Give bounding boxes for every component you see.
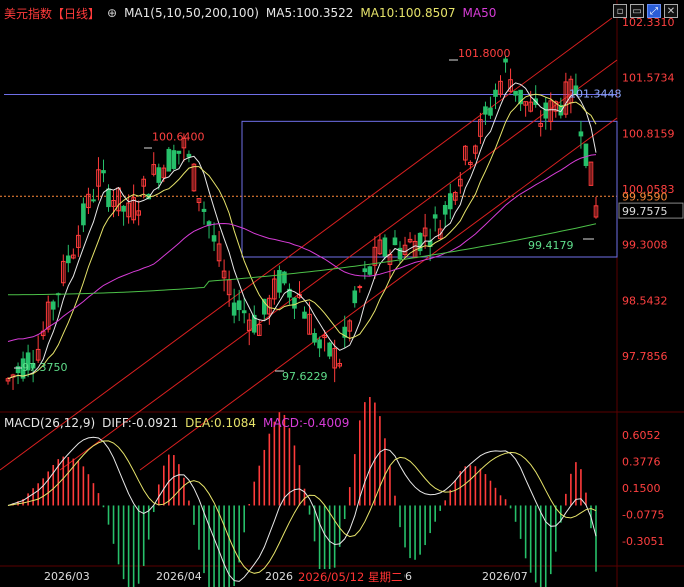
candle-body <box>121 205 126 212</box>
x-tick-apr: 2026/04 <box>156 570 202 583</box>
price-tick-label: 100.8159 <box>622 127 675 140</box>
ma5-value: MA5:100.3522 <box>265 6 354 20</box>
candle-body <box>392 237 398 246</box>
macd-header: MACD(26,12,9) DIFF:-0.0921 DEA:0.1084 MA… <box>4 416 349 430</box>
macd-dea: DEA:0.1084 <box>185 416 257 430</box>
candle-body <box>277 270 282 293</box>
settings-icon[interactable]: ⊕ <box>107 6 117 20</box>
candle-body <box>493 89 498 97</box>
candle-body <box>302 311 307 319</box>
price-tick-label: 99.3008 <box>622 239 668 252</box>
macd-diff: DIFF:-0.0921 <box>102 416 179 430</box>
macd-tick-label: 0.1500 <box>622 482 661 495</box>
crosshair-date: 2026/05/12 星期二 <box>296 569 405 585</box>
maximize-icon[interactable]: ⤢ <box>647 4 661 18</box>
candle-body <box>362 268 368 273</box>
candle-body <box>166 148 172 172</box>
candle-body <box>488 107 493 116</box>
candle-body <box>432 214 438 219</box>
macd-tick-label: 0.3776 <box>622 456 661 469</box>
candle-body <box>176 150 182 154</box>
ma10-value: MA10:100.8507 <box>360 6 456 20</box>
x-tick-jul: 2026/07 <box>482 570 528 583</box>
candle-body <box>583 143 589 166</box>
high-annotation: 101.8000 <box>458 47 511 60</box>
macd-value: MACD:-0.4009 <box>263 416 350 430</box>
candle-body <box>201 208 207 212</box>
candle-body <box>156 167 162 183</box>
candle-body <box>483 106 488 115</box>
x-tick-mar: 2026/03 <box>44 570 90 583</box>
left-high-annotation: 100.6400 <box>152 130 205 143</box>
candle-body <box>50 301 56 310</box>
candle-body <box>327 342 332 357</box>
x-tick-2026: 2026 <box>265 570 293 583</box>
candle-body <box>66 255 71 264</box>
candle-body <box>382 237 388 257</box>
price-tick-label: 97.7856 <box>622 350 668 363</box>
candle-body <box>236 300 242 311</box>
candle-body <box>543 102 549 119</box>
candle-body <box>282 271 287 284</box>
price-tick-label: 101.5734 <box>622 72 675 85</box>
window-controls: ▫ ▭ ⤢ ✕ <box>613 4 678 18</box>
candle-body <box>186 153 192 158</box>
candle-body <box>81 203 86 226</box>
resistance-annotation: 101.3448 <box>569 87 622 100</box>
macd-tick-label: -0.0775 <box>622 508 664 521</box>
last-price-label: 99.7575 <box>622 205 668 218</box>
candle-body <box>312 333 317 343</box>
candle-body <box>357 286 363 289</box>
macd-title[interactable]: MACD(26,12,9) <box>4 416 95 430</box>
candle-body <box>447 193 453 210</box>
candle-body <box>231 302 237 316</box>
candle-body <box>106 188 111 208</box>
chart-canvas: 102.3310101.5734100.8159100.058399.30089… <box>0 0 684 587</box>
close-icon[interactable]: ✕ <box>664 4 678 18</box>
symbol-title[interactable]: 美元指数【日线】 <box>4 5 100 22</box>
recent-low-annotation: 99.4179 <box>528 239 574 252</box>
low2-annotation: 97.6229 <box>282 370 328 383</box>
candle-body <box>578 131 584 137</box>
candle-body <box>241 310 247 314</box>
candle-body <box>513 90 518 96</box>
indicator-label[interactable]: MA1(5,10,50,200,100) <box>124 6 259 20</box>
candle-body <box>211 235 217 242</box>
minimize-icon[interactable]: ▭ <box>630 4 644 18</box>
candle-body <box>101 170 106 174</box>
ma50-label: MA50 <box>462 6 497 20</box>
candle-body <box>317 339 322 349</box>
price-tick-label: 98.5432 <box>622 294 668 307</box>
current-price-label: 99.9590 <box>622 190 668 203</box>
chart-header: 美元指数【日线】 ⊕ MA1(5,10,50,200,100) MA5:100.… <box>4 5 496 21</box>
restore-icon[interactable]: ▫ <box>613 4 627 18</box>
candle-body <box>292 297 297 309</box>
candle-body <box>91 199 96 202</box>
candle-body <box>367 266 373 275</box>
candle-body <box>442 205 448 215</box>
candle-body <box>171 150 177 169</box>
macd-tick-label: 0.6052 <box>622 429 661 442</box>
low1-annotation: 97.3750 <box>22 361 68 374</box>
macd-tick-label: -0.3051 <box>622 535 664 548</box>
candle-body <box>352 290 358 304</box>
